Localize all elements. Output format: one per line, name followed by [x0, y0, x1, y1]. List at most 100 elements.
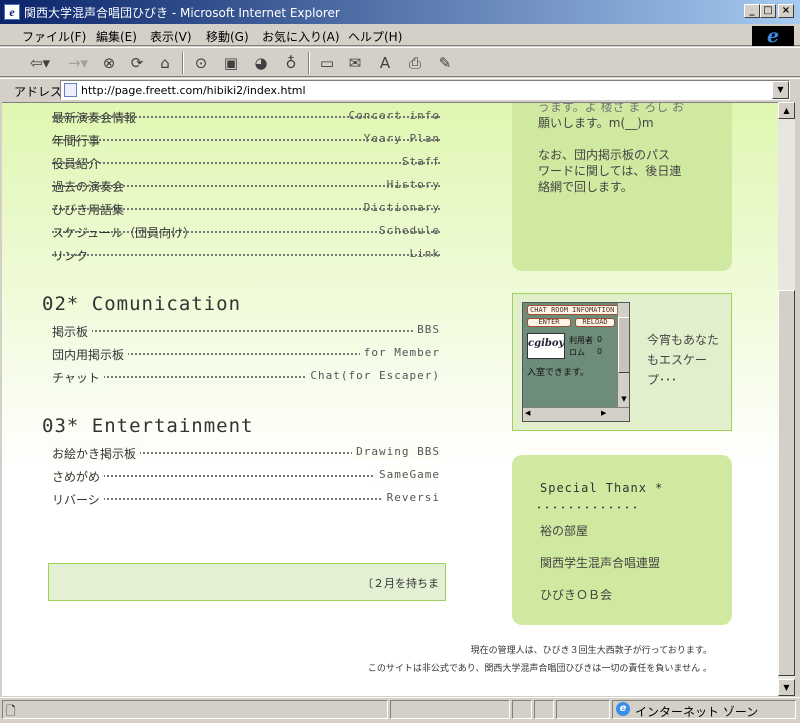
link-label-en[interactable]: Reversi — [382, 491, 440, 504]
stop-icon[interactable]: ⊗ — [98, 53, 120, 73]
menu-edit[interactable]: 編集(E) — [96, 28, 137, 45]
link-label[interactable]: 役員紹介 — [52, 157, 104, 171]
thanks-link-federation[interactable]: 関西学生混声合唱連盟 — [540, 555, 660, 571]
nav-link-staff[interactable]: 役員紹介 Staff — [52, 155, 440, 173]
nav-link-schedule[interactable]: スケジュール（団員向け） Schedule — [52, 224, 440, 242]
nav-link-reversi[interactable]: リバーシ Reversi — [52, 491, 440, 509]
nav-link-member-bbs[interactable]: 団内用掲示板 for Member — [52, 346, 440, 364]
scroll-down-icon[interactable]: ▼ — [778, 679, 795, 696]
nav-link-samegame[interactable]: さめがめ SameGame — [52, 468, 440, 486]
link-label[interactable]: 団内用掲示板 — [52, 348, 129, 362]
chat-scroll-left-icon[interactable]: ◀ — [525, 409, 530, 417]
chat-hscrollbar[interactable]: ◀ ▶ — [523, 407, 629, 421]
back-icon[interactable]: ⇦▾ — [22, 53, 58, 73]
chat-scroll-right-icon[interactable]: ▶ — [601, 409, 606, 417]
chat-status: 入室できます。 — [527, 368, 590, 378]
chat-enter-button[interactable]: ENTER — [527, 318, 571, 327]
ie-page-icon: e — [4, 4, 20, 20]
chat-scroll-down-icon[interactable]: ▼ — [618, 393, 629, 405]
search-icon[interactable]: ⊙ — [190, 53, 212, 73]
footer-disclaimer: このサイトは非公式であり、関西大学混声合唱団ひびきは一切の責任を負いません 。 — [367, 664, 712, 674]
link-label[interactable]: さめがめ — [52, 470, 105, 484]
minimize-button[interactable]: _ — [744, 4, 760, 18]
refresh-icon[interactable]: ⟳ — [126, 53, 148, 73]
nav-link-concert[interactable]: 最新演奏会情報 Concert info — [52, 109, 440, 127]
window-title: 関西大学混声合唱団ひびき - Microsoft Internet Explor… — [24, 6, 340, 20]
address-url[interactable]: http://page.freett.com/hibiki2/index.htm… — [81, 84, 306, 97]
link-label-en[interactable]: Drawing BBS — [352, 445, 440, 458]
scroll-thumb[interactable] — [778, 290, 795, 676]
section-heading-entertainment: 03* Entertainment — [42, 415, 254, 437]
link-label[interactable]: ひびき用語集 — [52, 203, 128, 217]
favorites-icon[interactable]: ▣ — [220, 53, 242, 73]
status-zone-panel: e インターネット ゾーン — [612, 700, 796, 719]
nav-link-chat[interactable]: チャット Chat(for Escaper) — [52, 369, 440, 387]
status-panel — [390, 700, 510, 719]
link-label-en[interactable]: Chat(for Escaper) — [306, 369, 440, 382]
maximize-button[interactable]: □ — [760, 4, 776, 18]
address-input[interactable]: http://page.freett.com/hibiki2/index.htm… — [60, 80, 790, 100]
menu-view[interactable]: 表示(V) — [150, 28, 192, 45]
link-label-en[interactable]: SameGame — [375, 468, 440, 481]
menu-favorites[interactable]: お気に入り(A) — [262, 28, 340, 45]
menu-file[interactable]: ファイル(F) — [22, 28, 86, 45]
nav-link-history[interactable]: 過去の演奏会 History — [52, 178, 440, 196]
menu-bar: ファイル(F) 編集(E) 表示(V) 移動(G) お気に入り(A) ヘルプ(H… — [0, 24, 800, 46]
close-button[interactable]: × — [778, 4, 794, 18]
chat-frame[interactable]: CHAT ROOM INFOMATION ENTER RELOAD cgiboy… — [522, 302, 630, 422]
marquee-text: 〔２月を持ちま — [362, 577, 439, 590]
link-label[interactable]: お絵かき掲示板 — [52, 447, 141, 461]
chat-scroll-thumb[interactable] — [618, 317, 629, 373]
nav-link-link[interactable]: リンク Link — [52, 247, 440, 265]
link-label-en[interactable]: for Member — [359, 346, 440, 359]
nav-link-yearly[interactable]: 年間行事 Yeary Plan — [52, 132, 440, 150]
toolbar: ⇦▾ →▾ ⊗ ⟳ ⌂ ⊙ ▣ ◕ ♁ ▭ ✉ A ⎙ ✎ — [0, 47, 800, 77]
link-label-en[interactable]: Yeary Plan — [360, 132, 440, 145]
home-icon[interactable]: ⌂ — [154, 53, 176, 73]
chat-side-text: プ･･･ — [647, 373, 678, 387]
special-thanks-box: Special Thanx * ･････････････ 裕の部屋 関西学生混… — [512, 455, 732, 625]
link-label-en[interactable]: Concert info — [345, 109, 440, 122]
address-dropdown-icon[interactable]: ▼ — [772, 81, 789, 99]
history-icon[interactable]: ◕ — [250, 53, 272, 73]
toolbar-separator — [182, 52, 184, 74]
link-label[interactable]: チャット — [52, 371, 104, 385]
link-label[interactable]: 最新演奏会情報 — [52, 111, 140, 125]
page-scrollbar[interactable]: ▲ ▼ — [778, 102, 795, 696]
notice-box: うます。よ 楼さ ま ろし お 願いします。m(__)m なお、団内掲示板のパス… — [512, 102, 732, 271]
link-label[interactable]: 年間行事 — [52, 134, 104, 148]
link-label-en[interactable]: BBS — [413, 323, 440, 336]
chat-scrollbar[interactable]: ▼ — [617, 303, 629, 407]
nav-link-bbs[interactable]: 掲示板 BBS — [52, 323, 440, 341]
nav-link-drawing-bbs[interactable]: お絵かき掲示板 Drawing BBS — [52, 445, 440, 463]
section-heading-communication: 02* Comunication — [42, 293, 242, 315]
link-label-en[interactable]: Dictionary — [360, 201, 440, 214]
link-label[interactable]: 過去の演奏会 — [52, 180, 128, 194]
fullscreen-icon[interactable]: ▭ — [316, 53, 338, 73]
channels-icon[interactable]: ♁ — [280, 53, 302, 73]
notice-line-cut: うます。よ 楼さ ま ろし お — [538, 102, 685, 114]
edit-icon[interactable]: ✎ — [434, 53, 456, 73]
forward-icon[interactable]: →▾ — [62, 53, 94, 73]
link-label[interactable]: リバーシ — [52, 493, 104, 507]
nav-link-dictionary[interactable]: ひびき用語集 Dictionary — [52, 201, 440, 219]
thanks-link-ob[interactable]: ひびきＯＢ会 — [540, 587, 612, 603]
chat-header: CHAT ROOM INFOMATION — [527, 305, 627, 315]
thanks-link-yu[interactable]: 裕の部屋 — [540, 523, 588, 539]
menu-help[interactable]: ヘルプ(H) — [348, 28, 402, 45]
mail-icon[interactable]: ✉ — [344, 53, 366, 73]
link-label-en[interactable]: History — [383, 178, 440, 191]
link-label-en[interactable]: Staff — [398, 155, 440, 168]
menu-go[interactable]: 移動(G) — [206, 28, 249, 45]
link-label-en[interactable]: Link — [406, 247, 441, 260]
chat-users-label: 利用者 — [569, 336, 593, 345]
status-panel — [512, 700, 532, 719]
font-size-icon[interactable]: A — [374, 53, 396, 73]
scroll-up-icon[interactable]: ▲ — [778, 102, 795, 119]
link-label[interactable]: スケジュール（団員向け） — [52, 226, 199, 240]
print-icon[interactable]: ⎙ — [404, 53, 426, 73]
link-label[interactable]: 掲示板 — [52, 325, 93, 339]
link-label-en[interactable]: Schedule — [375, 224, 440, 237]
link-label[interactable]: リンク — [52, 249, 92, 263]
chat-reload-button[interactable]: RELOAD — [575, 318, 615, 327]
